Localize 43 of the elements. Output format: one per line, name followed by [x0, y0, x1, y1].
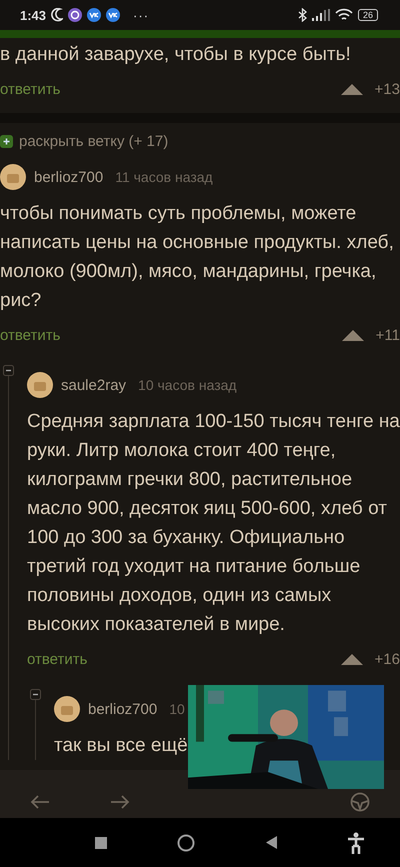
reply-link[interactable]: ответить	[0, 326, 60, 344]
back-icon[interactable]	[266, 836, 277, 849]
username[interactable]: berlioz700	[34, 168, 104, 186]
avatar-icon[interactable]	[54, 696, 80, 722]
steering-wheel-icon[interactable]	[350, 792, 370, 812]
username[interactable]: berlioz700	[88, 700, 158, 718]
battery-indicator: 26	[358, 9, 378, 21]
upvote-icon[interactable]	[342, 330, 364, 340]
rating: +11	[376, 326, 400, 344]
comment-text: так вы все ещё	[54, 734, 189, 758]
comment-text: в данной заварухе, чтобы в курсе быть!	[0, 43, 352, 67]
wifi-icon	[334, 8, 353, 22]
collapse-icon[interactable]	[30, 689, 41, 700]
upvote-icon[interactable]	[340, 84, 363, 94]
username[interactable]: saule2ray	[61, 376, 126, 394]
accessibility-icon[interactable]	[346, 832, 365, 854]
comment-time: 10 часов назад	[138, 377, 237, 393]
collapse-icon[interactable]	[3, 365, 14, 376]
avatar-icon[interactable]	[27, 372, 53, 398]
back-arrow-icon[interactable]	[30, 794, 50, 810]
reply-link[interactable]: ответить	[0, 80, 60, 98]
plus-icon[interactable]	[0, 134, 13, 148]
comment-text: чтобы понимать суть проблемы, можете написать цены на основные продукты. хлеб, молоко (900мл), мясо, мандарины, гречка, рис?	[0, 202, 395, 313]
upvote-icon[interactable]	[340, 654, 363, 664]
vk-icon	[106, 8, 120, 22]
comment-time: 10	[169, 701, 185, 717]
more-notifications: ···	[133, 8, 150, 22]
comment-time: 11 часов назад	[115, 169, 213, 185]
moon-icon	[51, 8, 64, 22]
recent-apps-icon[interactable]	[95, 836, 108, 848]
comment-text: Средняя зарплата 100-150 тысяч тенге на руки. Литр молока стоит 400 теңге, килограмм гречки 800, растительное масло 900, десяток яиц 500-600, хлеб от 100 до 300 за буханку. Официально третий год уходит на питание больше половины доходов, один из самых высоких показателей в мире.	[27, 410, 400, 637]
reply-link[interactable]: ответить	[27, 650, 88, 668]
bluetooth-icon	[298, 8, 307, 22]
rating: +16	[374, 650, 400, 668]
avatar-icon[interactable]	[0, 164, 26, 190]
forward-arrow-icon[interactable]	[110, 794, 130, 810]
home-icon[interactable]	[177, 834, 196, 852]
expand-thread-link[interactable]: раскрыть ветку (+ 17)	[19, 132, 168, 150]
clock: 1:43	[20, 8, 46, 22]
vk-icon	[87, 8, 102, 22]
signal-icon	[312, 9, 330, 21]
viber-icon	[68, 8, 82, 22]
rating: +13	[374, 80, 400, 98]
